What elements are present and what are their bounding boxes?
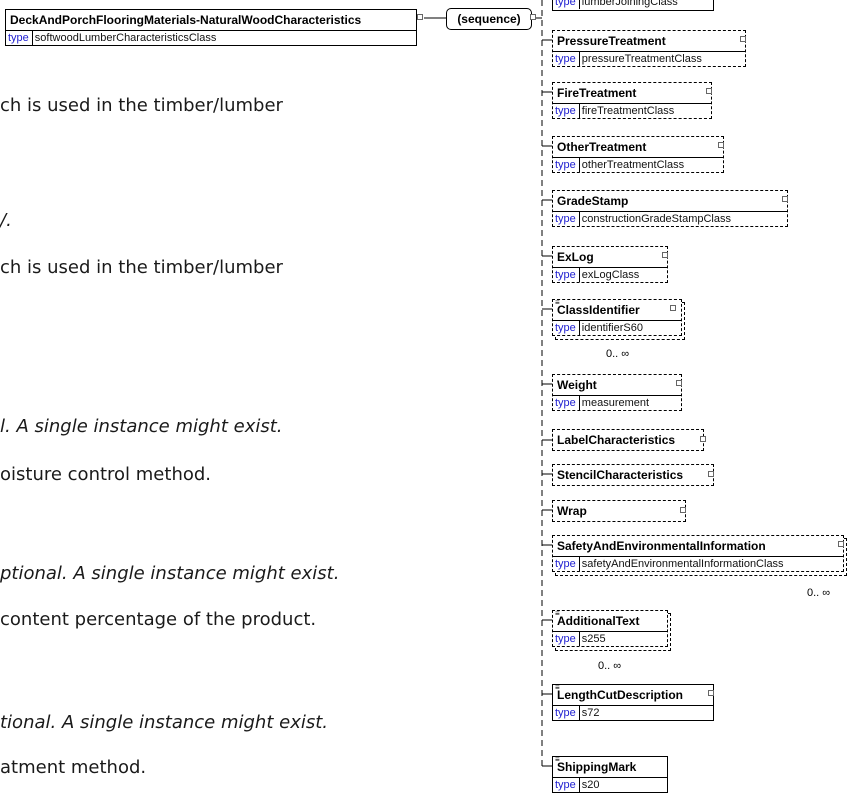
expand-icon[interactable]	[708, 471, 714, 477]
element-class-identifier[interactable]: ClassIdentifier type identifierS60	[552, 299, 682, 336]
type-link[interactable]: type	[553, 632, 580, 646]
expand-icon[interactable]	[417, 14, 423, 20]
root-type-value: softwoodLumberCharacteristicsClass	[34, 32, 217, 44]
element-type: s72	[581, 707, 600, 719]
type-link[interactable]: type	[553, 321, 580, 335]
sequence-label: (sequence)	[457, 12, 521, 26]
expand-icon[interactable]	[676, 380, 682, 386]
element-name: ExLog	[557, 250, 594, 264]
type-link[interactable]: type	[553, 396, 580, 410]
element-type: otherTreatmentClass	[581, 159, 685, 171]
list-icon: ≡	[555, 683, 560, 692]
type-link[interactable]: type	[553, 706, 580, 720]
type-link[interactable]: type	[553, 268, 580, 282]
element-name: LengthCutDescription	[557, 688, 683, 702]
type-link[interactable]: type	[553, 557, 580, 571]
expand-icon[interactable]	[680, 507, 686, 513]
expand-icon[interactable]	[718, 142, 724, 148]
element-type: measurement	[581, 397, 650, 409]
element-wrap[interactable]: Wrap	[552, 500, 686, 522]
element-stencil-characteristics[interactable]: StencilCharacteristics	[552, 464, 714, 486]
diagram-connectors	[424, 0, 552, 767]
list-icon: ≡	[555, 755, 560, 764]
element-grade-stamp[interactable]: GradeStamp type constructionGradeStampCla…	[552, 190, 788, 227]
list-icon: ≡	[555, 609, 560, 618]
element-name: FireTreatment	[557, 86, 637, 100]
root-element-box[interactable]: DeckAndPorchFlooringMaterials-NaturalWoo…	[5, 9, 417, 46]
element-name: Wrap	[557, 504, 587, 518]
element-additional-text[interactable]: AdditionalText type s255	[552, 610, 668, 647]
element-pressure-treatment[interactable]: PressureTreatment type pressureTreatmentC…	[552, 30, 746, 67]
expand-icon[interactable]	[782, 196, 788, 202]
expand-icon[interactable]	[706, 88, 712, 94]
element-type: fireTreatmentClass	[581, 105, 675, 117]
cardinality-label: 0.. ∞	[807, 587, 831, 599]
cardinality-label: 0.. ∞	[598, 660, 622, 672]
expand-icon[interactable]	[670, 305, 676, 311]
root-element-name: DeckAndPorchFlooringMaterials-NaturalWoo…	[10, 13, 362, 27]
sequence-compositor[interactable]: (sequence)	[446, 8, 532, 30]
element-name: OtherTreatment	[557, 140, 647, 154]
element-name: Weight	[557, 378, 597, 392]
element-type: s255	[581, 633, 606, 645]
element-type: safetyAndEnvironmentalInformationClass	[581, 558, 784, 570]
element-name: StencilCharacteristics	[557, 468, 684, 482]
element-type: lumberJoiningClass	[581, 0, 678, 8]
expand-icon[interactable]	[530, 14, 536, 20]
element-safety-environmental-info[interactable]: SafetyAndEnvironmentalInformation type sa…	[552, 535, 844, 572]
type-link[interactable]: type	[553, 778, 580, 792]
element-name: GradeStamp	[557, 194, 629, 208]
element-type: constructionGradeStampClass	[581, 213, 731, 225]
element-name: AdditionalText	[557, 614, 640, 628]
element-name: ClassIdentifier	[557, 303, 640, 317]
expand-icon[interactable]	[838, 541, 844, 547]
element-name: SafetyAndEnvironmentalInformation	[557, 539, 766, 553]
type-link[interactable]: type	[553, 52, 580, 66]
element-name: PressureTreatment	[557, 34, 666, 48]
element-type: pressureTreatmentClass	[581, 53, 702, 65]
element-weight[interactable]: Weight type measurement	[552, 374, 682, 411]
element-type: exLogClass	[581, 269, 640, 281]
element-label-characteristics[interactable]: LabelCharacteristics	[552, 429, 704, 451]
element-type: identifierS60	[581, 322, 643, 334]
type-link[interactable]: type	[553, 212, 580, 226]
element-shipping-mark[interactable]: ShippingMark type s20	[552, 756, 668, 793]
element-length-cut-description[interactable]: LengthCutDescription type s72	[552, 684, 714, 721]
element-fire-treatment[interactable]: FireTreatment type fireTreatmentClass	[552, 82, 712, 119]
element-other-treatment[interactable]: OtherTreatment type otherTreatmentClass	[552, 136, 724, 173]
expand-icon[interactable]	[740, 36, 746, 42]
element-name: ShippingMark	[557, 760, 637, 774]
expand-icon[interactable]	[700, 436, 706, 442]
cardinality-label: 0.. ∞	[606, 348, 630, 360]
list-icon: ≡	[555, 298, 560, 307]
expand-icon[interactable]	[708, 690, 714, 696]
element-name: LabelCharacteristics	[557, 433, 676, 447]
element-ex-log[interactable]: ExLog type exLogClass	[552, 246, 668, 283]
type-link[interactable]: type	[553, 104, 580, 118]
type-link[interactable]: type	[6, 31, 33, 45]
type-link[interactable]: type	[553, 158, 580, 172]
element-lumber-joining[interactable]: type lumberJoiningClass	[552, 0, 714, 11]
type-link[interactable]: type	[553, 0, 580, 9]
expand-icon[interactable]	[662, 252, 668, 258]
